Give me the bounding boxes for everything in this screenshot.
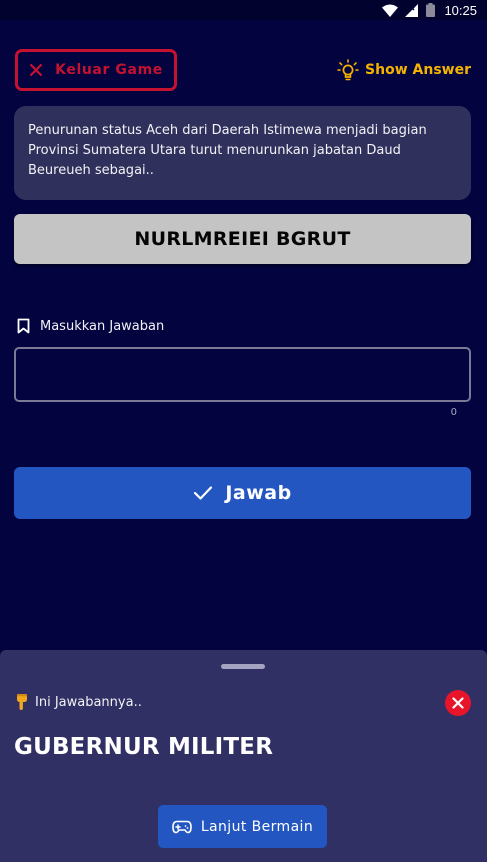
submit-answer-label: Jawab	[225, 482, 292, 504]
sheet-drag-handle[interactable]	[221, 664, 265, 669]
cell-signal-icon	[405, 3, 419, 17]
continue-playing-label: Lanjut Bermain	[200, 818, 314, 835]
character-counter: 0	[450, 407, 457, 418]
show-answer-button[interactable]: Show Answer	[337, 58, 471, 82]
wifi-icon	[382, 4, 399, 17]
status-time: 10:25	[444, 2, 477, 18]
answer-hint-text: Ini Jawabannya..	[35, 694, 142, 710]
continue-playing-button[interactable]: Lanjut Bermain	[158, 805, 327, 848]
answer-field-label-text: Masukkan Jawaban	[40, 318, 165, 334]
status-bar: 10:25	[0, 0, 487, 20]
bookmark-icon	[17, 318, 30, 334]
question-text: Penurunan status Aceh dari Daerah Istime…	[28, 123, 427, 178]
answer-hint: Ini Jawabannya..	[15, 692, 142, 712]
scrambled-letters: NURLMREIEI BGRUT	[14, 214, 471, 264]
answer-bottom-sheet: Ini Jawabannya.. GUBERNUR MILITER Lanjut…	[0, 650, 487, 862]
battery-icon	[426, 3, 436, 17]
lightbulb-icon	[337, 59, 359, 81]
close-sheet-button[interactable]	[445, 690, 471, 716]
revealed-answer: GUBERNUR MILITER	[14, 734, 274, 760]
question-card: Penurunan status Aceh dari Daerah Istime…	[14, 106, 471, 200]
close-circle-icon	[452, 697, 464, 709]
exit-game-button[interactable]: Keluar Game	[15, 49, 177, 91]
show-answer-label: Show Answer	[365, 62, 471, 78]
check-icon	[194, 486, 213, 500]
submit-answer-button[interactable]: Jawab	[14, 467, 471, 519]
gamepad-icon	[172, 820, 192, 833]
close-icon	[30, 63, 43, 77]
answer-field-label: Masukkan Jawaban	[17, 316, 164, 336]
pointing-down-hand-icon	[17, 694, 27, 710]
exit-game-label: Keluar Game	[55, 62, 163, 78]
answer-input[interactable]	[14, 347, 471, 402]
